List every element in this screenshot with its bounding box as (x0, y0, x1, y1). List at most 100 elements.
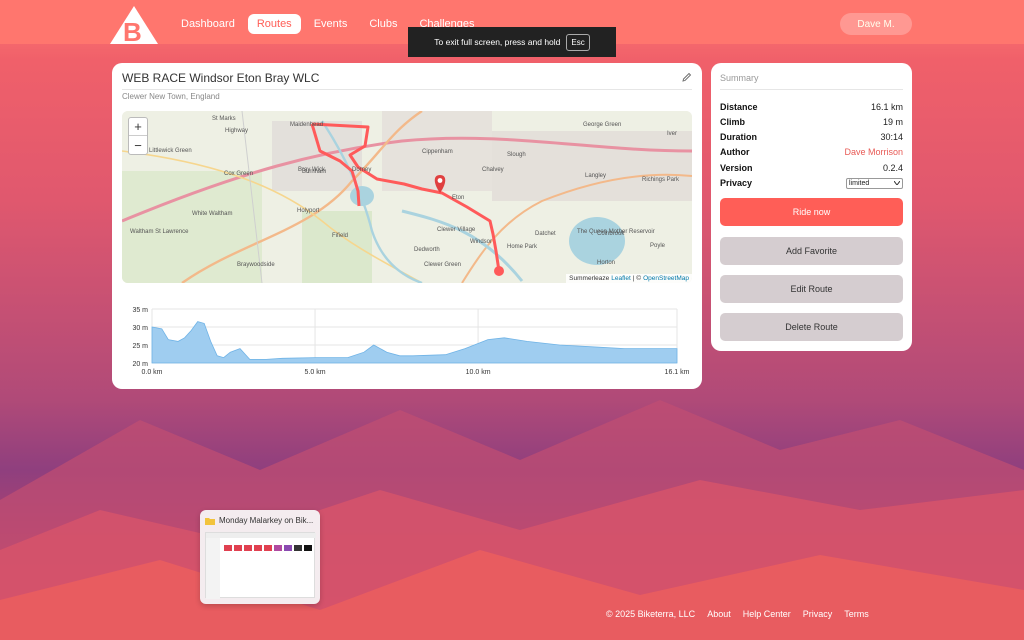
map-zoom-control: + − (128, 117, 148, 155)
thumbnail-title: Monday Malarkey on Bik... (219, 516, 314, 525)
distance-label: Distance (720, 102, 758, 112)
map-place-label: Braywoodside (237, 262, 275, 268)
summary-row-author: Author Dave Morrison (720, 145, 903, 159)
edit-route-button[interactable]: Edit Route (720, 275, 903, 303)
elevation-area (151, 321, 678, 364)
elevation-x-tick-label: 16.1 km (665, 369, 690, 376)
chevron-down-icon (894, 181, 900, 185)
nav-clubs[interactable]: Clubs (360, 14, 406, 34)
map-place-label: Cippenham (422, 149, 453, 155)
map-place-label: Clewer Village (437, 227, 476, 233)
attribution-prefix: Summerleaze (569, 275, 610, 282)
map-place-label: Datchet (535, 231, 556, 237)
privacy-selected-value: limited (849, 179, 870, 187)
nav-dashboard[interactable]: Dashboard (172, 14, 244, 34)
version-value: 0.2.4 (882, 163, 903, 173)
map-place-label: Highway (225, 128, 249, 134)
footer-link-privacy[interactable]: Privacy (803, 609, 833, 619)
elevation-x-tick-label: 0.0 km (141, 369, 162, 376)
footer-link-terms[interactable]: Terms (844, 609, 869, 619)
user-menu-button[interactable]: Dave M. (840, 13, 912, 35)
map-place-label: Maidenhead (290, 122, 324, 128)
summary-row-duration: Duration 30:14 (720, 130, 903, 144)
summary-card: Summary Distance 16.1 km Climb 19 m Dura… (711, 63, 912, 351)
map-tiles (122, 111, 692, 283)
svg-text:B: B (123, 17, 142, 44)
map-place-label: Dorney (352, 167, 372, 173)
summary-row-privacy: Privacy limited (720, 176, 903, 190)
attribution-separator: | © (632, 275, 642, 282)
ride-now-button[interactable]: Ride now (720, 198, 903, 226)
map-place-label: Langley (585, 173, 607, 179)
thumbnail-preview (205, 532, 316, 599)
summary-title: Summary (720, 73, 903, 90)
elevation-y-tick-label: 25 m (132, 343, 148, 350)
map-place-label: Fifield (332, 233, 349, 239)
version-label: Version (720, 163, 753, 173)
thumbnail-header: Monday Malarkey on Bik... (205, 516, 317, 525)
map-place-label: Iver (667, 131, 678, 137)
delete-route-button[interactable]: Delete Route (720, 313, 903, 341)
map-place-label: Horton (597, 260, 616, 266)
route-end-marker (494, 266, 504, 276)
map-place-label: Slough (507, 152, 526, 158)
add-favorite-button[interactable]: Add Favorite (720, 237, 903, 265)
map-place-label: Cox Green (224, 171, 254, 177)
footer-link-help-center[interactable]: Help Center (743, 609, 791, 619)
climb-label: Climb (720, 117, 746, 127)
fullscreen-notice-text: To exit full screen, press and hold (434, 37, 561, 47)
map-place-label: George Green (583, 122, 622, 128)
leaflet-link[interactable]: Leaflet (611, 275, 631, 282)
map-place-label: Windsor (470, 239, 493, 245)
map-place-label: White Waltham (192, 211, 233, 217)
elevation-y-tick-label: 30 m (132, 325, 148, 332)
route-card: WEB RACE Windsor Eton Bray WLC Clewer Ne… (112, 63, 702, 389)
nav-routes[interactable]: Routes (247, 14, 301, 34)
summary-row-climb: Climb 19 m (720, 115, 903, 129)
route-location: Clewer New Town, England (122, 92, 220, 101)
map-place-label: Eton (452, 195, 465, 201)
zoom-out-button[interactable]: − (129, 136, 147, 154)
elevation-y-tick-label: 35 m (132, 307, 148, 314)
route-title: WEB RACE Windsor Eton Bray WLC (122, 71, 692, 90)
privacy-select[interactable]: limited (846, 177, 903, 189)
window-thumbnail[interactable]: Monday Malarkey on Bik... (200, 510, 320, 604)
folder-icon (205, 517, 215, 525)
footer-link-about[interactable]: About (707, 609, 731, 619)
privacy-label: Privacy (720, 178, 753, 188)
elevation-x-tick-label: 5.0 km (305, 369, 326, 376)
elevation-x-tick-label: 10.0 km (466, 369, 491, 376)
map-place-label: Richings Park (642, 177, 680, 183)
author-label: Author (720, 147, 750, 157)
map-place-label: Dedworth (414, 247, 440, 253)
fullscreen-exit-notice: To exit full screen, press and hold Esc (408, 27, 616, 57)
map-place-label: Chalvey (482, 167, 504, 173)
nav-events[interactable]: Events (305, 14, 357, 34)
background-mountains (0, 400, 1024, 640)
biketerra-logo[interactable]: B (110, 4, 158, 44)
zoom-in-button[interactable]: + (129, 118, 147, 136)
duration-label: Duration (720, 132, 757, 142)
esc-key-hint: Esc (566, 33, 590, 51)
distance-value: 16.1 km (870, 102, 903, 112)
map-place-label: Burnham (302, 169, 327, 175)
map-place-label: Poyle (650, 243, 666, 249)
map-place-label: Home Park (507, 244, 538, 250)
map-place-label: Holyport (297, 208, 320, 214)
map-place-label: Waltham St Lawrence (130, 229, 189, 235)
route-map[interactable]: St Marks Maidenhead Highway Littlewick Gree… (122, 111, 692, 283)
thumbnail-preview-graphic (206, 533, 316, 599)
map-place-label: Clewer Green (424, 262, 462, 268)
author-link[interactable]: Dave Morrison (844, 147, 903, 157)
osm-link[interactable]: OpenStreetMap (643, 275, 689, 282)
summary-row-version: Version 0.2.4 (720, 161, 903, 175)
elevation-chart[interactable]: 35 m 30 m 25 m 20 m0.0 km 5.0 km 10.0 km 16.1 … (122, 301, 692, 381)
climb-value: 19 m (882, 117, 903, 127)
map-place-label: St Marks (212, 116, 236, 122)
map-place-label: Littlewick Green (149, 148, 192, 154)
footer: © 2025 Biketerra, LLC About Help Center … (606, 609, 869, 619)
duration-value: 30:14 (880, 132, 903, 142)
summary-row-distance: Distance 16.1 km (720, 100, 903, 114)
pencil-icon[interactable] (682, 72, 692, 82)
elevation-y-tick-label: 20 m (132, 361, 148, 368)
